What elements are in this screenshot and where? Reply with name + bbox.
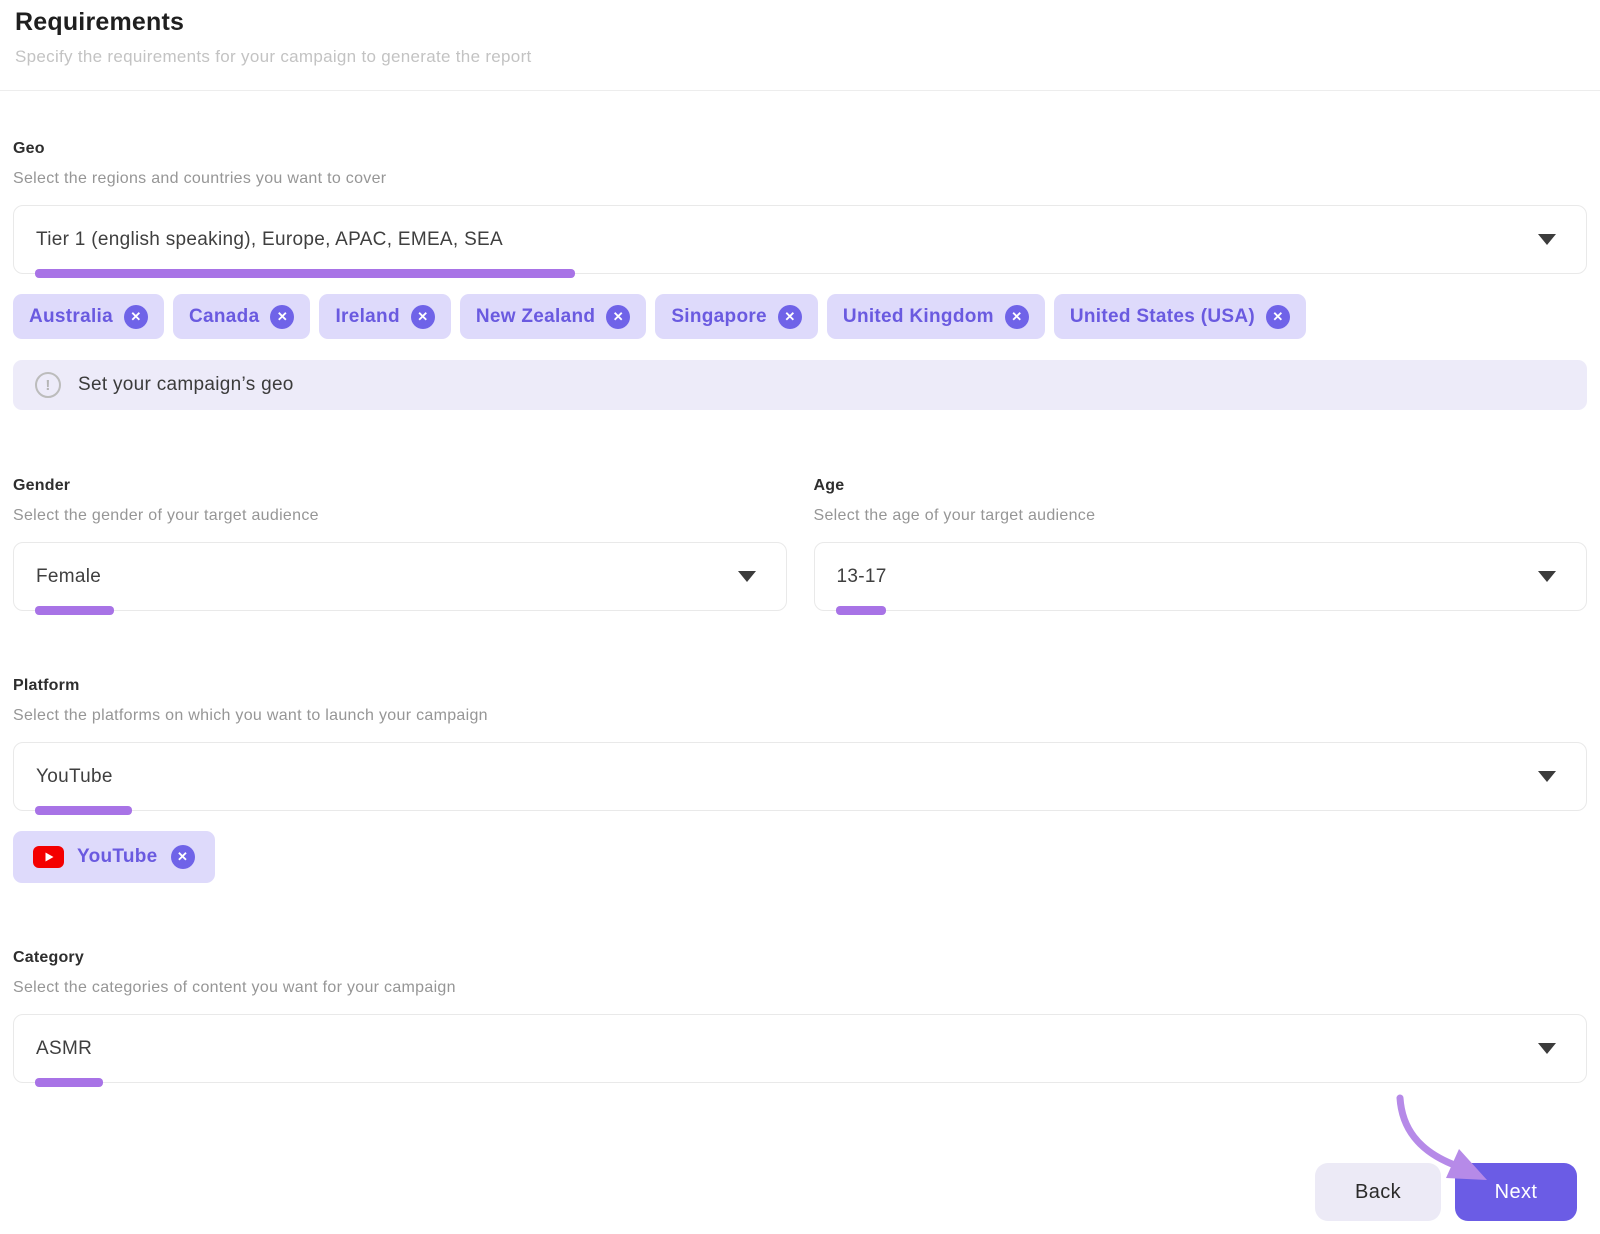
category-label: Category (13, 949, 84, 966)
geo-tag: New Zealand ✕ (459, 294, 647, 339)
geo-select[interactable]: Tier 1 (english speaking), Europe, APAC,… (13, 205, 1587, 278)
gender-select[interactable]: Female (13, 542, 787, 615)
remove-tag-icon[interactable]: ✕ (1266, 304, 1290, 329)
chevron-down-icon (1538, 1043, 1556, 1054)
platform-tags: YouTube ✕ (13, 831, 1587, 883)
chevron-down-icon (1538, 571, 1556, 582)
remove-tag-icon[interactable]: ✕ (170, 845, 195, 869)
geo-tag: United Kingdom ✕ (826, 294, 1045, 339)
platform-tag-youtube: YouTube ✕ (13, 831, 215, 883)
info-icon: ! (35, 372, 61, 398)
remove-tag-icon[interactable]: ✕ (410, 304, 435, 329)
geo-label: Geo (13, 140, 45, 157)
annotation-underline-category (35, 1078, 103, 1087)
geo-notice-banner: ! Set your campaign’s geo (13, 360, 1587, 410)
chevron-down-icon (1538, 234, 1556, 245)
geo-tag-label: Singapore (671, 305, 767, 327)
age-description: Select the age of your target audience (813, 507, 1096, 524)
requirements-page: Requirements Specify the requirements fo… (0, 0, 1600, 1234)
page-header: Requirements Specify the requirements fo… (0, 0, 1600, 91)
page-subtitle: Specify the requirements for your campai… (15, 47, 532, 66)
platform-select-value: YouTube (36, 765, 113, 787)
geo-tag-label: Australia (29, 305, 114, 327)
youtube-icon (33, 846, 64, 868)
geo-tag-label: United States (USA) (1069, 305, 1255, 327)
chevron-down-icon (737, 571, 756, 582)
geo-tag-label: Ireland (335, 305, 400, 327)
gender-age-row: Gender Select the gender of your target … (13, 477, 1587, 615)
category-select-value: ASMR (36, 1037, 93, 1059)
page-title: Requirements (15, 8, 185, 36)
geo-select-value: Tier 1 (english speaking), Europe, APAC,… (36, 228, 503, 250)
geo-tag: Singapore ✕ (655, 294, 818, 339)
geo-tag: Ireland ✕ (319, 294, 451, 339)
geo-section: Geo Select the regions and countries you… (13, 140, 1587, 410)
requirements-form: Geo Select the regions and countries you… (0, 140, 1600, 1221)
geo-notice-text: Set your campaign’s geo (78, 374, 294, 395)
gender-section: Gender Select the gender of your target … (13, 477, 787, 615)
category-select[interactable]: ASMR (13, 1014, 1587, 1087)
geo-tags: Australia ✕ Canada ✕ Ireland ✕ New Zeala… (13, 294, 1587, 339)
remove-tag-icon[interactable]: ✕ (777, 304, 802, 329)
platform-tag-label: YouTube (77, 846, 158, 867)
annotation-underline-platform (35, 806, 132, 815)
annotation-underline-gender (35, 606, 114, 615)
footer-actions: Back Next (13, 1163, 1587, 1221)
annotation-underline-age (835, 606, 886, 615)
remove-tag-icon[interactable]: ✕ (124, 304, 149, 329)
geo-tag-label: New Zealand (475, 305, 596, 327)
geo-tag-label: Canada (189, 305, 260, 327)
age-label: Age (813, 477, 845, 494)
gender-description: Select the gender of your target audienc… (13, 507, 319, 524)
back-button[interactable]: Back (1315, 1163, 1441, 1221)
gender-label: Gender (13, 477, 71, 494)
gender-select-value: Female (36, 565, 102, 587)
platform-select[interactable]: YouTube (13, 742, 1587, 815)
age-select[interactable]: 13-17 (813, 542, 1587, 615)
remove-tag-icon[interactable]: ✕ (1004, 304, 1029, 329)
category-description: Select the categories of content you wan… (13, 979, 456, 996)
age-section: Age Select the age of your target audien… (813, 477, 1587, 615)
remove-tag-icon[interactable]: ✕ (270, 304, 295, 329)
next-button[interactable]: Next (1455, 1163, 1577, 1221)
platform-label: Platform (13, 677, 80, 694)
annotation-underline-geo (35, 269, 575, 278)
geo-description: Select the regions and countries you wan… (13, 170, 387, 187)
platform-section: Platform Select the platforms on which y… (13, 677, 1587, 883)
geo-tag: Australia ✕ (13, 294, 165, 339)
remove-tag-icon[interactable]: ✕ (606, 304, 631, 329)
geo-tag-label: United Kingdom (842, 305, 994, 327)
category-section: Category Select the categories of conten… (13, 949, 1587, 1087)
chevron-down-icon (1538, 771, 1556, 782)
geo-tag: United States (USA) ✕ (1053, 294, 1306, 339)
geo-tag: Canada ✕ (173, 294, 311, 339)
platform-description: Select the platforms on which you want t… (13, 707, 488, 724)
age-select-value: 13-17 (836, 565, 887, 587)
